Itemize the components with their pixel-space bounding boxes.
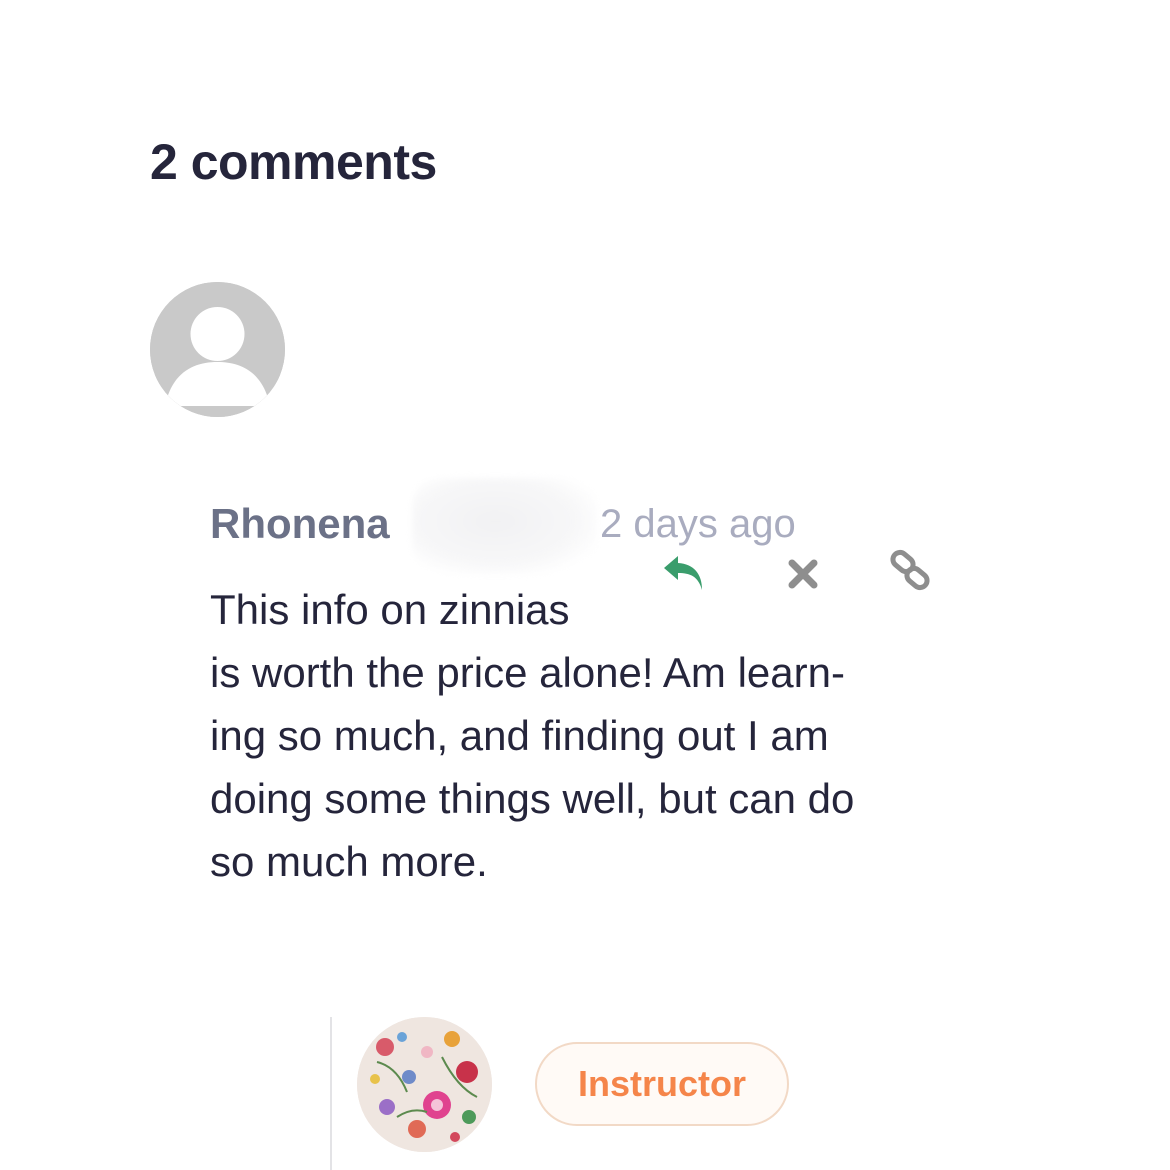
comment-line: doing some things well, but can do: [210, 775, 855, 822]
comment-author[interactable]: Rhonena: [210, 500, 390, 548]
comment-line: so much more.: [210, 838, 488, 885]
comments-count-heading: 2 comments: [150, 134, 437, 190]
floral-avatar-image: [357, 1017, 492, 1152]
redacted-surname: [412, 478, 597, 574]
reply-thread-divider: [330, 1017, 332, 1170]
commenter-avatar[interactable]: [150, 282, 285, 417]
instructor-badge: Instructor: [535, 1042, 789, 1126]
comment-line: This info on zinnias: [210, 586, 570, 633]
default-user-icon: [150, 282, 285, 417]
comment-line: is worth the price alone! Am learn-: [210, 649, 845, 696]
comment-line: ing so much, and finding out I am: [210, 712, 829, 759]
comment-text: This info on zinnias is worth the price …: [210, 578, 930, 893]
instructor-avatar[interactable]: [357, 1017, 492, 1152]
comment-timestamp[interactable]: 2 days ago: [600, 500, 796, 548]
